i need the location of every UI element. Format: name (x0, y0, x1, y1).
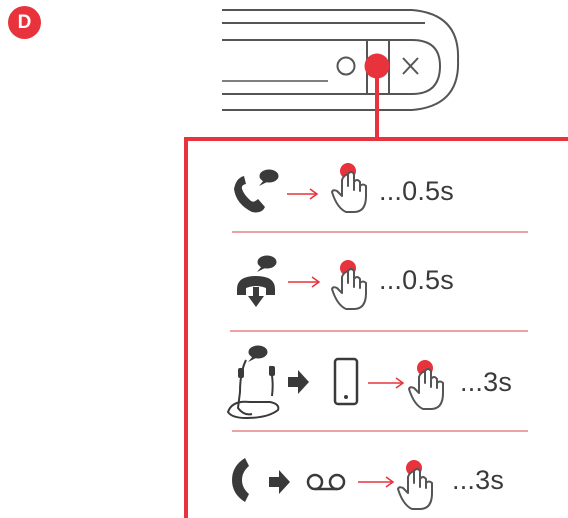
block-arrow-icon (288, 370, 309, 394)
device-illustration (222, 9, 460, 111)
phone-handset-icon (232, 458, 249, 502)
arrow-icon (358, 476, 395, 488)
press-finger-icon (397, 460, 433, 510)
step-row-transfer-call (226, 345, 444, 420)
step-duration: ...0.5s (379, 176, 454, 206)
section-badge-letter: D (17, 12, 32, 33)
callout-bracket (184, 74, 568, 518)
incoming-call-icon (234, 176, 265, 213)
neckband-headset-icon (226, 359, 280, 420)
speech-bubble-icon (259, 169, 279, 186)
x-button[interactable] (402, 57, 419, 75)
device-inner-outline (222, 39, 442, 95)
press-finger-icon (331, 260, 367, 310)
speech-bubble-icon (248, 345, 268, 362)
step-row-answer-call (234, 163, 367, 213)
step-duration: ...3s (452, 465, 505, 495)
arrow-icon (287, 188, 319, 200)
step-row-voicemail (232, 458, 433, 510)
press-finger-icon (331, 163, 367, 213)
step-duration: ...0.5s (379, 265, 454, 295)
instruction-diagram: D ...0.5s ...0.5s ...3s ...3s (0, 0, 568, 518)
arrow-icon (368, 377, 405, 389)
block-arrow-icon (269, 470, 290, 494)
smartphone-icon (333, 357, 359, 406)
hang-up-icon (237, 276, 275, 307)
step-row-reject-call (237, 255, 367, 310)
diagram-canvas (184, 9, 568, 518)
step-duration: ...3s (460, 367, 513, 397)
arrow-icon (288, 276, 321, 288)
press-finger-icon (408, 360, 444, 410)
voicemail-icon (306, 473, 346, 491)
speech-bubble-icon (257, 255, 277, 272)
circle-button[interactable] (336, 56, 356, 76)
